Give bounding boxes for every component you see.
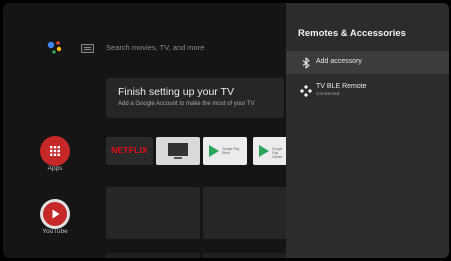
youtube-label: YouTube bbox=[42, 228, 68, 235]
content-tile[interactable] bbox=[203, 253, 289, 258]
google-assistant-icon[interactable] bbox=[46, 39, 64, 57]
bluetooth-icon bbox=[302, 57, 310, 69]
search-input[interactable]: Search movies, TV, and more bbox=[106, 43, 204, 52]
content-tile[interactable] bbox=[106, 253, 200, 258]
youtube-icon bbox=[43, 202, 67, 226]
setup-card-title: Finish setting up your TV bbox=[118, 86, 234, 98]
keyboard-icon[interactable] bbox=[81, 44, 94, 53]
tv-ble-remote-item[interactable]: TV BLE Remote Connected bbox=[286, 79, 449, 105]
netflix-logo: NETFLIX bbox=[111, 145, 148, 155]
google-play-store-label: Google Play Store bbox=[222, 147, 240, 155]
add-accessory-item[interactable]: Add accessory bbox=[286, 51, 449, 74]
apps-grid-icon bbox=[50, 146, 60, 156]
live-tv-tile[interactable] bbox=[156, 137, 200, 165]
google-play-icon bbox=[259, 145, 269, 157]
remotes-accessories-panel: Remotes & Accessories Add accessory TV B… bbox=[286, 3, 449, 258]
apps-label: Apps bbox=[47, 165, 63, 172]
tv-screen: Search movies, TV, and more Finish setti… bbox=[3, 3, 449, 258]
setup-card[interactable]: Finish setting up your TV Add a Google A… bbox=[106, 78, 284, 118]
google-play-games-tile[interactable]: Google Play Games bbox=[253, 137, 289, 165]
tv-icon bbox=[168, 143, 188, 159]
tv-ble-remote-status: Connected bbox=[316, 92, 340, 97]
google-play-icon bbox=[209, 145, 219, 157]
apps-button[interactable] bbox=[40, 136, 70, 166]
setup-card-subtitle: Add a Google Account to make the most of… bbox=[118, 101, 255, 107]
gamepad-icon bbox=[300, 85, 312, 97]
google-play-store-tile[interactable]: Google Play Store bbox=[203, 137, 247, 165]
content-tile[interactable] bbox=[106, 187, 200, 239]
youtube-app[interactable] bbox=[40, 199, 70, 229]
add-accessory-label: Add accessory bbox=[316, 58, 362, 65]
tv-ble-remote-label: TV BLE Remote bbox=[316, 83, 367, 90]
netflix-tile[interactable]: NETFLIX bbox=[106, 137, 153, 165]
panel-title: Remotes & Accessories bbox=[298, 28, 406, 39]
content-tile[interactable] bbox=[203, 187, 289, 239]
